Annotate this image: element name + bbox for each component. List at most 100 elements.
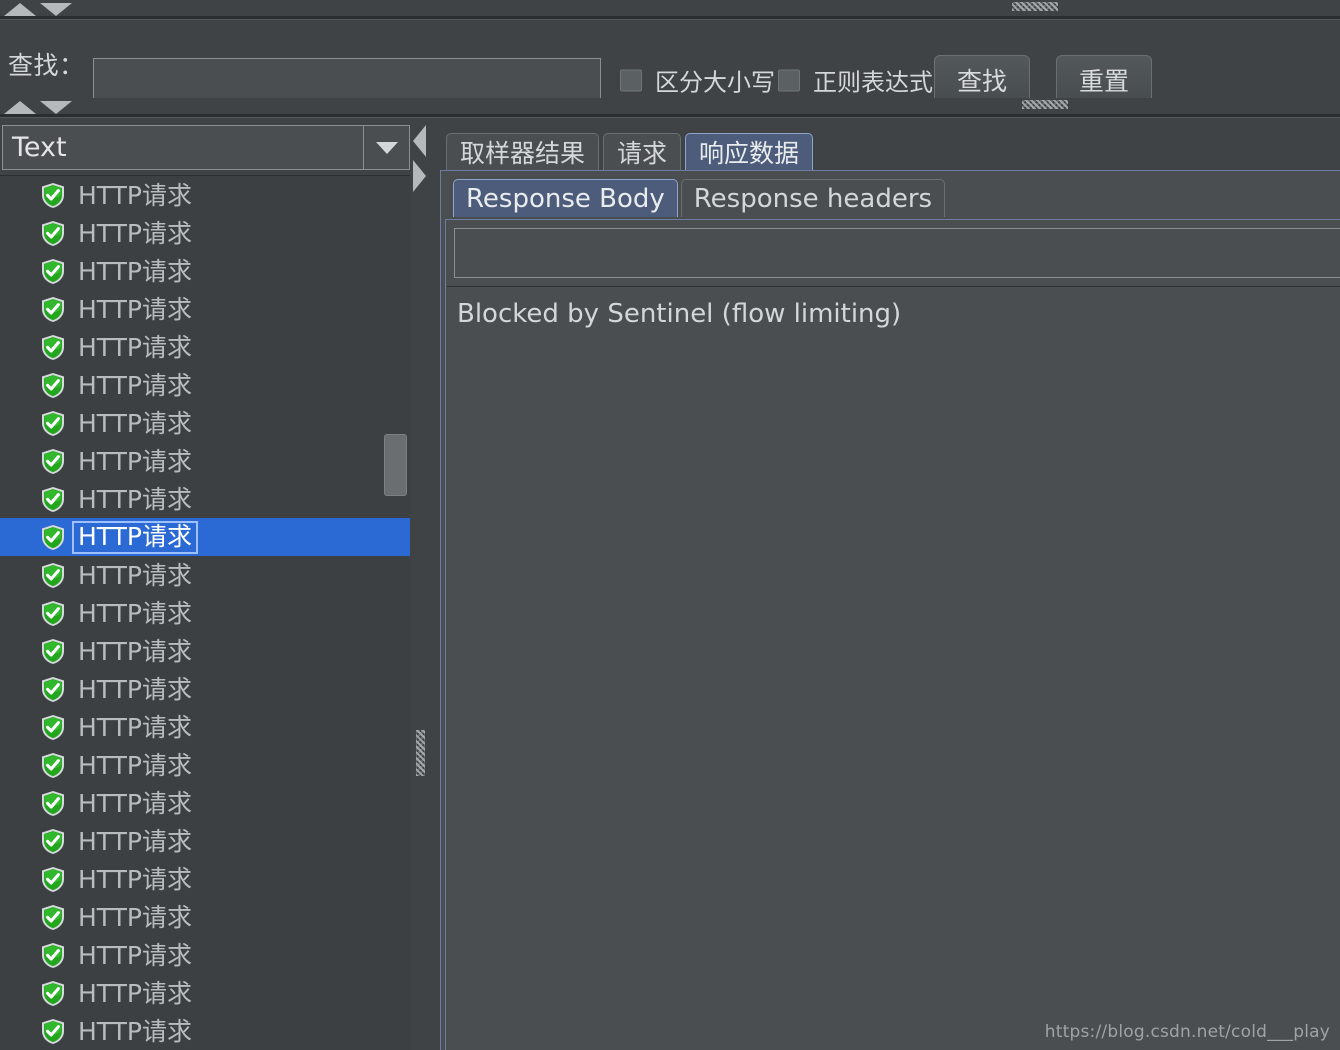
collapse-up-icon[interactable] [4, 3, 36, 16]
splitter-grip-vertical[interactable] [416, 730, 425, 776]
tab-3[interactable]: 响应数据 [685, 133, 814, 170]
green-shield-check-icon [40, 828, 66, 855]
response-subtabs[interactable]: Response Body Response headers [453, 177, 946, 217]
green-shield-check-icon [40, 334, 66, 361]
list-item-label: HTTP请求 [78, 218, 192, 248]
green-shield-check-icon [40, 448, 66, 475]
list-item[interactable]: HTTP请求 [0, 556, 412, 594]
list-item-label: HTTP请求 [78, 560, 192, 590]
list-item[interactable]: HTTP请求 [0, 822, 412, 860]
list-item-label: HTTP请求 [78, 674, 192, 704]
case-sensitive-checkbox-group[interactable]: 区分大小写 [620, 63, 775, 98]
view-type-dropdown[interactable]: Text [2, 125, 410, 170]
list-item[interactable]: HTTP请求 [0, 366, 412, 404]
results-tree-panel: Text HTTP请求 HTTP请求 HTTP请求 HTTP请求 HTTP请求 HTTP请… [0, 122, 412, 1050]
list-item-label: HTTP请求 [78, 826, 192, 856]
green-shield-check-icon [40, 410, 66, 437]
green-shield-check-icon [40, 904, 66, 931]
top-splitter[interactable] [0, 0, 1340, 20]
list-item[interactable]: HTTP请求 [0, 594, 412, 632]
regex-checkbox[interactable] [778, 69, 800, 91]
list-item[interactable]: HTTP请求 [0, 898, 412, 936]
list-item-label: HTTP请求 [78, 940, 192, 970]
scrollbar-thumb[interactable] [384, 434, 407, 496]
list-item[interactable]: HTTP请求 [0, 670, 412, 708]
green-shield-check-icon [40, 980, 66, 1007]
search-toolbar: 查找： 区分大小写 正则表达式 查找 重置 [0, 20, 1340, 105]
list-item[interactable]: HTTP请求 [0, 404, 412, 442]
green-shield-check-icon [40, 372, 66, 399]
chevron-down-icon[interactable] [363, 126, 409, 169]
collapse-left-icon[interactable] [413, 125, 426, 157]
green-shield-check-icon [40, 182, 66, 209]
list-item[interactable]: HTTP请求 [0, 936, 412, 974]
response-find-input[interactable] [454, 228, 1340, 278]
list-item-label: HTTP请求 [78, 484, 192, 514]
list-item[interactable]: HTTP请求 [0, 860, 412, 898]
collapse-down-icon-2[interactable] [40, 101, 72, 114]
case-sensitive-checkbox[interactable] [620, 69, 642, 91]
green-shield-check-icon [40, 638, 66, 665]
vertical-splitter[interactable] [410, 122, 432, 1050]
green-shield-check-icon [40, 942, 66, 969]
list-item-label: HTTP请求 [78, 864, 192, 894]
green-shield-check-icon [40, 486, 66, 513]
list-item[interactable]: HTTP请求 [0, 974, 412, 1012]
result-tabs[interactable]: 取样器结果 请求 响应数据 [432, 130, 814, 170]
subtab-2[interactable]: Response headers [680, 179, 946, 217]
list-item[interactable]: HTTP请求 [0, 328, 412, 366]
green-shield-check-icon [40, 562, 66, 589]
list-item-label: HTTP请求 [78, 750, 192, 780]
response-data-panel: Response Body Response headers Blocked by… [440, 170, 1340, 1050]
list-item[interactable]: HTTP请求 [0, 480, 412, 518]
list-item[interactable]: HTTP请求 [0, 518, 412, 556]
list-item-label: HTTP请求 [78, 370, 192, 400]
green-shield-check-icon [40, 790, 66, 817]
tab-1[interactable]: 取样器结果 [446, 133, 600, 170]
splitter-grip-horizontal-2[interactable] [1022, 100, 1068, 109]
green-shield-check-icon [40, 1018, 66, 1045]
collapse-down-icon[interactable] [40, 3, 72, 16]
search-input[interactable] [93, 58, 601, 101]
list-item[interactable]: HTTP请求 [0, 784, 412, 822]
response-body-text[interactable]: Blocked by Sentinel (flow limiting) [447, 286, 1340, 1050]
splitter-grip-horizontal[interactable] [1012, 2, 1058, 11]
regex-checkbox-group[interactable]: 正则表达式 [778, 63, 933, 98]
case-sensitive-label: 区分大小写 [655, 68, 775, 97]
tab-2[interactable]: 请求 [603, 133, 682, 170]
green-shield-check-icon [40, 676, 66, 703]
green-shield-check-icon [40, 752, 66, 779]
list-item[interactable]: HTTP请求 [0, 176, 412, 214]
list-item[interactable]: HTTP请求 [0, 1012, 412, 1050]
list-item[interactable]: HTTP请求 [0, 214, 412, 252]
result-detail-panel: 取样器结果 请求 响应数据 Response Body Response header… [432, 122, 1340, 1050]
list-item[interactable]: HTTP请求 [0, 290, 412, 328]
list-item-label: HTTP请求 [78, 712, 192, 742]
collapse-up-icon-2[interactable] [4, 101, 36, 114]
list-item-label: HTTP请求 [78, 180, 192, 210]
green-shield-check-icon [40, 296, 66, 323]
collapse-right-icon[interactable] [413, 160, 426, 192]
middle-splitter[interactable] [0, 98, 1340, 118]
splitter-divider-2 [0, 114, 1340, 118]
list-item[interactable]: HTTP请求 [0, 746, 412, 784]
sampler-result-list[interactable]: HTTP请求 HTTP请求 HTTP请求 HTTP请求 HTTP请求 HTTP请求 HTTP… [0, 175, 412, 1050]
list-item[interactable]: HTTP请求 [0, 442, 412, 480]
list-item-label: HTTP请求 [78, 598, 192, 628]
green-shield-check-icon [40, 258, 66, 285]
jmeter-view-results-tree: 查找： 区分大小写 正则表达式 查找 重置 Text HTTP请求 HTTP请求 H… [0, 0, 1340, 1050]
green-shield-check-icon [40, 866, 66, 893]
green-shield-check-icon [40, 600, 66, 627]
list-vertical-scrollbar[interactable] [381, 175, 410, 1050]
find-label: 查找： [8, 51, 85, 80]
subtab-1[interactable]: Response Body [453, 179, 678, 217]
list-item[interactable]: HTTP请求 [0, 708, 412, 746]
view-type-value: Text [12, 132, 67, 163]
list-item-label: HTTP请求 [78, 902, 192, 932]
list-item-label: HTTP请求 [78, 788, 192, 818]
green-shield-check-icon [40, 714, 66, 741]
list-item[interactable]: HTTP请求 [0, 252, 412, 290]
list-item-label: HTTP请求 [78, 978, 192, 1008]
list-item[interactable]: HTTP请求 [0, 632, 412, 670]
list-item-label: HTTP请求 [78, 1016, 192, 1046]
